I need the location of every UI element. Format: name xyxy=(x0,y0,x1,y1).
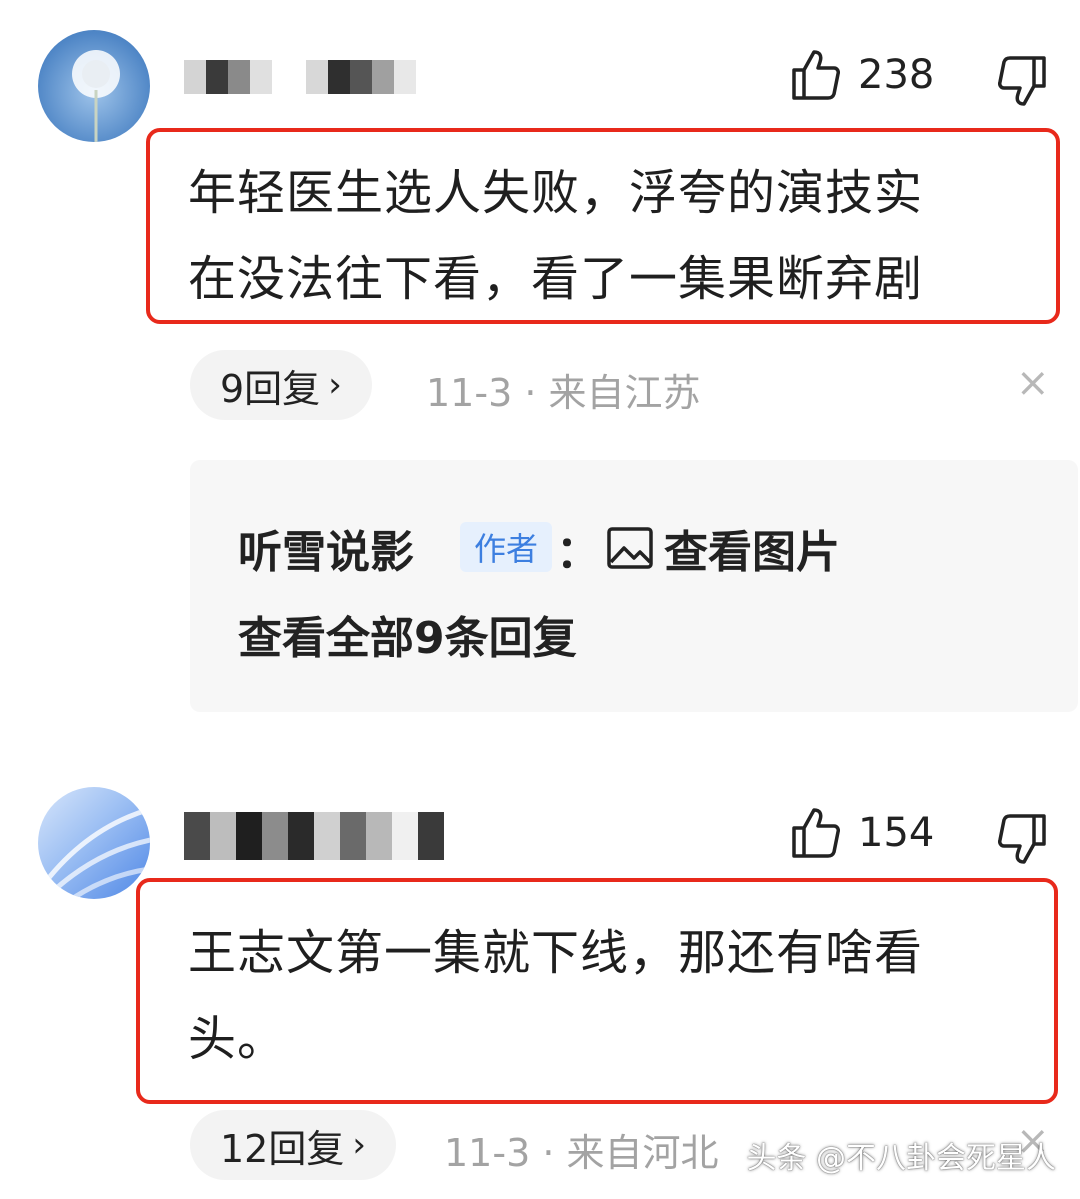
comment-line: 王志文第一集就下线，那还有啥看 xyxy=(188,925,924,981)
view-image-link[interactable]: 查看图片 xyxy=(606,516,840,580)
comment-text: 王志文第一集就下线，那还有啥看 头。 xyxy=(188,910,923,1082)
reply-count-button[interactable]: 12回复 › xyxy=(190,1110,396,1180)
comment-text: 年轻医生选人失败，浮夸的演技实 在没法往下看，看了一集果断弃剧 xyxy=(188,150,923,322)
colon-separator: ： xyxy=(556,527,600,578)
watermark: 头条 @不八卦会死星人 xyxy=(746,1141,1056,1176)
thumbs-up-icon xyxy=(792,808,840,858)
chevron-right-icon: › xyxy=(352,1125,366,1165)
like-count: 238 xyxy=(858,52,935,98)
thumbs-down-icon xyxy=(998,814,1046,864)
reply-count-button[interactable]: 9回复 › xyxy=(190,350,372,420)
chevron-right-icon: › xyxy=(328,365,342,405)
dislike-button[interactable] xyxy=(998,54,1048,112)
reply-author-name[interactable]: 听雪说影 xyxy=(238,516,414,580)
sub-reply-card[interactable]: 听雪说影 作者 ： 查看图片 查看全部9条回复 xyxy=(190,460,1078,712)
comment-meta: 11-3 · 来自河北 xyxy=(444,1131,719,1175)
like-button[interactable]: 154 xyxy=(790,806,934,860)
view-all-replies-link[interactable]: 查看全部9条回复 xyxy=(238,602,577,666)
close-icon[interactable]: × xyxy=(1016,360,1050,406)
thumbs-up-icon xyxy=(792,50,840,100)
comment-line: 年轻医生选人失败，浮夸的演技实 xyxy=(188,165,924,221)
dislike-button[interactable] xyxy=(998,812,1048,870)
author-badge: 作者 xyxy=(460,522,553,572)
comment-line: 头。 xyxy=(188,1011,287,1067)
image-icon xyxy=(607,527,653,569)
user-avatar[interactable] xyxy=(38,30,150,142)
comment-line: 在没法往下看，看了一集果断弃剧 xyxy=(188,251,924,307)
view-image-label: 查看图片 xyxy=(664,527,840,578)
user-avatar[interactable] xyxy=(38,787,150,899)
abstract-waves-image xyxy=(38,806,150,899)
dandelion-image xyxy=(72,50,120,142)
like-button[interactable]: 238 xyxy=(790,48,934,102)
reply-count-label: 12回复 xyxy=(220,1126,345,1171)
comment-meta: 11-3 · 来自江苏 xyxy=(426,371,701,415)
thumbs-down-icon xyxy=(998,56,1046,106)
username-pixelated[interactable] xyxy=(184,60,416,94)
username-pixelated[interactable] xyxy=(184,812,444,860)
like-count: 154 xyxy=(858,810,935,856)
reply-count-label: 9回复 xyxy=(220,366,321,411)
